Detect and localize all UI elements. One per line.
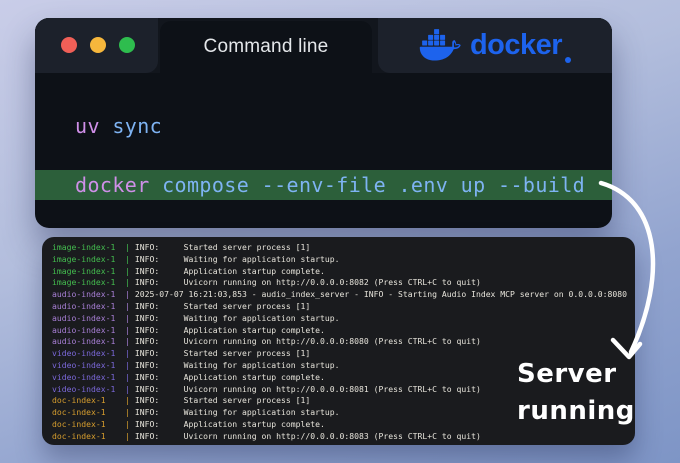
tab-command-line[interactable]: Command line bbox=[160, 21, 372, 73]
log-service-name: audio-index-1 | bbox=[52, 312, 135, 323]
log-line: audio-index-1 | INFO: Application startu… bbox=[52, 325, 635, 337]
log-service-name: image-index-1 | bbox=[52, 277, 135, 288]
log-message: 2025-07-07 16:21:03,853 - audio_index_se… bbox=[134, 289, 628, 300]
log-message: INFO: Uvicorn running on http://0.0.0.0:… bbox=[134, 383, 481, 394]
log-message: INFO: Waiting for application startup. bbox=[134, 359, 340, 370]
log-service-name: audio-index-1 | bbox=[52, 324, 135, 335]
log-message: INFO: Started server process [1] bbox=[134, 348, 311, 359]
log-message: INFO: Application startup complete. bbox=[134, 265, 325, 276]
log-service-name: doc-index-1 | bbox=[52, 407, 135, 418]
minimize-button[interactable] bbox=[90, 37, 106, 53]
log-service-name: video-index-1 | bbox=[52, 383, 135, 394]
close-button[interactable] bbox=[61, 37, 77, 53]
log-line: doc-index-1 | INFO: Uvicorn running on h… bbox=[52, 431, 635, 443]
maximize-button[interactable] bbox=[119, 37, 135, 53]
log-service-name: doc-index-1 | bbox=[52, 395, 135, 406]
log-line: audio-index-1 | 2025-07-07 16:21:03,853 … bbox=[52, 289, 635, 301]
command-line: uv sync bbox=[35, 115, 612, 137]
log-message: INFO: Application startup complete. bbox=[134, 418, 325, 429]
log-line: image-index-1 | INFO: Application startu… bbox=[52, 266, 635, 278]
log-line: image-index-1 | INFO: Uvicorn running on… bbox=[52, 277, 635, 289]
log-line: audio-index-1 | INFO: Started server pro… bbox=[52, 301, 635, 313]
log-service-name: video-index-1 | bbox=[52, 359, 135, 370]
log-service-name: image-index-1 | bbox=[52, 242, 135, 252]
log-message: INFO: Started server process [1] bbox=[134, 300, 311, 311]
log-message: INFO: Uvicorn running on http://0.0.0.0:… bbox=[134, 336, 481, 347]
docker-dot bbox=[565, 57, 572, 63]
log-message: INFO: Started server process [1] bbox=[134, 242, 311, 252]
log-line: image-index-1 | INFO: Started server pro… bbox=[52, 242, 635, 254]
command-token: docker bbox=[75, 173, 150, 197]
log-line: audio-index-1 | INFO: Uvicorn running on… bbox=[52, 336, 635, 348]
log-service-name: image-index-1 | bbox=[52, 253, 135, 264]
terminal-body[interactable]: uv sync docker compose --env-file .env up… bbox=[35, 73, 612, 228]
log-line: image-index-1 | INFO: Waiting for applic… bbox=[52, 254, 635, 266]
log-service-name: video-index-1 | bbox=[52, 371, 135, 382]
log-service-name: audio-index-1 | bbox=[52, 289, 135, 300]
log-service-name: video-index-1 | bbox=[52, 348, 135, 359]
terminal-window: Command line docker uv sync docker compo… bbox=[35, 18, 612, 228]
log-service-name: doc-index-1 | bbox=[52, 418, 135, 429]
titlebar-left-panel bbox=[35, 18, 158, 73]
annotation-line: Server bbox=[517, 359, 617, 389]
annotation-line: running bbox=[517, 396, 635, 426]
terminal-titlebar: Command line docker bbox=[35, 18, 612, 73]
log-service-name: audio-index-1 | bbox=[52, 336, 135, 347]
desktop-background: Command line docker uv sync docker compo… bbox=[0, 0, 680, 463]
log-message: INFO: Application startup complete. bbox=[134, 324, 325, 335]
command-token: sync bbox=[99, 114, 163, 138]
log-service-name: doc-index-1 | bbox=[52, 430, 135, 441]
log-line: audio-index-1 | INFO: Waiting for applic… bbox=[52, 313, 635, 325]
server-running-label: Server running bbox=[517, 356, 637, 430]
log-message: INFO: Started server process [1] bbox=[134, 395, 311, 406]
command-token: uv bbox=[75, 114, 100, 138]
docker-brand: docker bbox=[378, 18, 612, 73]
traffic-lights bbox=[61, 37, 135, 53]
log-message: INFO: Waiting for application startup. bbox=[134, 312, 340, 323]
log-service-name: image-index-1 | bbox=[52, 265, 135, 276]
tab-title: Command line bbox=[203, 36, 329, 57]
log-message: INFO: Uvicorn running on http://0.0.0.0:… bbox=[134, 277, 481, 288]
log-service-name: audio-index-1 | bbox=[52, 300, 135, 311]
log-message: INFO: Waiting for application startup. bbox=[134, 253, 340, 264]
docker-whale-icon bbox=[419, 28, 461, 61]
log-message: INFO: Application startup complete. bbox=[134, 371, 325, 382]
command-line-highlighted: docker compose --env-file .env up --buil… bbox=[35, 170, 612, 200]
command-token: compose --env-file .env up --build bbox=[149, 173, 586, 197]
docker-wordmark: docker bbox=[469, 29, 563, 61]
log-message: INFO: Uvicorn running on http://0.0.0.0:… bbox=[134, 430, 481, 441]
log-message: INFO: Waiting for application startup. bbox=[134, 407, 340, 418]
